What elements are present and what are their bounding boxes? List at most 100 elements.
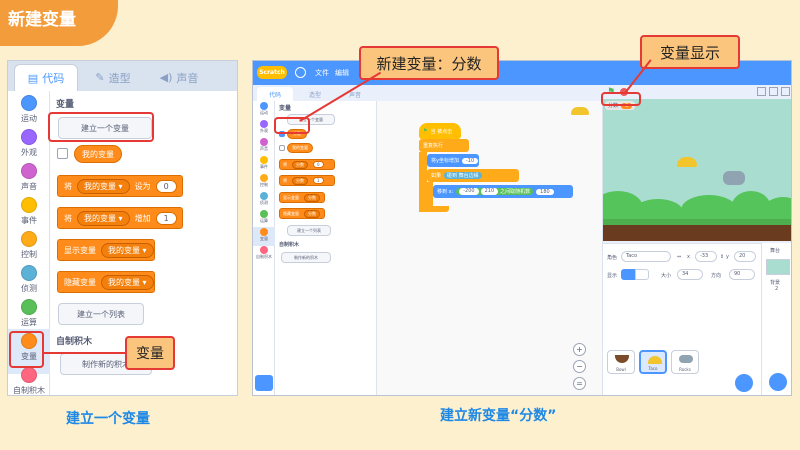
brush-icon: ✎ (95, 71, 105, 84)
value-input[interactable]: 0 (155, 179, 177, 193)
make-list-button[interactable]: 建立一个列表 (287, 225, 331, 236)
set-variable-block[interactable]: 将分数 0 (279, 159, 335, 170)
block-text: 将 (64, 213, 72, 223)
tab-code[interactable]: 代码 (257, 87, 293, 101)
tab-costumes[interactable]: ✎ 造型 (82, 64, 144, 91)
sprite-thumb-taco[interactable]: Taco (639, 350, 667, 374)
menu-file[interactable]: 文件 (315, 68, 329, 78)
change-variable-block[interactable]: 将 我的变量 ▾ 增加 1 (57, 207, 183, 229)
fullscreen-icon[interactable] (781, 87, 790, 96)
category-my-blocks[interactable]: 自制积木 (253, 245, 275, 264)
hide-eye-icon[interactable] (635, 269, 649, 280)
stage-selector[interactable]: 舞台 背景 2 (761, 243, 791, 395)
tab-costumes[interactable]: 造型 (297, 87, 333, 101)
variable-dropdown[interactable]: 分数 (304, 193, 320, 202)
sprite-thumb-bowl[interactable]: Bowl (607, 350, 635, 374)
variable-dropdown[interactable]: 分数 (292, 160, 308, 169)
scratch-logo[interactable]: Scratch (257, 66, 287, 79)
category-label: 事件 (21, 216, 37, 225)
category-operators[interactable]: 运算 (253, 209, 275, 228)
block-text: 当 被点击 (430, 128, 453, 135)
if-block[interactable]: 如果 碰到 舞台边缘 (427, 169, 519, 182)
y-input[interactable]: 20 (734, 251, 756, 262)
variable-dropdown[interactable]: 我的变量 ▾ (77, 178, 130, 194)
value-input[interactable]: 1 (155, 211, 177, 225)
variable-dropdown[interactable]: 分数 (292, 176, 308, 185)
make-list-button[interactable]: 建立一个列表 (58, 303, 144, 325)
category-looks[interactable]: 外观 (253, 119, 275, 138)
sprite-name-input[interactable]: Taco (621, 251, 671, 262)
category-label: 变量 (260, 236, 268, 241)
show-variable-block[interactable]: 显示变量 分数 (279, 192, 325, 203)
sprite-name: Taco (648, 366, 658, 371)
zoom-in-button[interactable]: + (573, 343, 586, 356)
category-dot (21, 265, 37, 281)
rocks-sprite[interactable] (723, 171, 745, 185)
category-sound[interactable]: 声音 (253, 137, 275, 156)
go-to-xy-block[interactable]: 移到 x: -200 210 之间取随机数 180 (433, 185, 573, 198)
touching-condition[interactable]: 碰到 舞台边缘 (444, 172, 482, 179)
my-variable-reporter[interactable]: 我的变量 (74, 145, 122, 163)
value-input[interactable]: 180 (536, 188, 554, 195)
block-text: 隐藏变量 (64, 277, 96, 287)
value-input[interactable]: -200 (459, 188, 479, 195)
category-dot (260, 210, 268, 218)
category-sensing[interactable]: 侦测 (253, 191, 275, 210)
zoom-out-button[interactable]: − (573, 360, 586, 373)
my-variable-checkbox[interactable] (57, 148, 68, 159)
tab-code[interactable]: ▤ 代码 (14, 64, 78, 91)
my-variable-reporter[interactable]: 我的变量 (287, 143, 313, 153)
change-variable-block[interactable]: 将分数 1 (279, 175, 335, 186)
block-text: 增加 (134, 213, 151, 223)
size-input[interactable]: 34 (677, 269, 703, 280)
code-icon: ▤ (27, 71, 39, 85)
direction-input[interactable]: 90 (729, 269, 755, 280)
forever-block[interactable]: 重复执行 (419, 139, 469, 152)
value-input[interactable]: 210 (480, 188, 499, 195)
tab-sounds[interactable]: ◀) 声音 (148, 64, 210, 91)
right-caption: 建立新变量“分数” (440, 408, 557, 424)
category-variables[interactable]: 变量 (253, 227, 275, 246)
variable-dropdown[interactable]: 我的变量 ▾ (101, 242, 154, 258)
variable-dropdown[interactable]: 我的变量 ▾ (101, 274, 154, 290)
value-input[interactable]: 0 (313, 161, 324, 168)
hide-variable-block[interactable]: 隐藏变量 我的变量 ▾ (57, 271, 155, 293)
stage[interactable]: 分数 0 (603, 99, 791, 241)
make-block-button[interactable]: 制作新的积木 (281, 252, 331, 263)
add-sprite-button[interactable] (735, 374, 753, 392)
globe-icon[interactable] (295, 67, 306, 78)
value-input[interactable]: -10 (461, 157, 479, 164)
value-input[interactable]: 1 (313, 177, 324, 184)
hide-variable-block[interactable]: 隐藏变量 分数 (279, 208, 325, 219)
x-input[interactable]: -33 (695, 251, 717, 262)
random-operator[interactable]: -200 210 之间取随机数 (456, 188, 534, 195)
hat-block-when-flag-clicked[interactable]: ⚑ 当 被点击 (419, 123, 461, 139)
my-variable-checkbox[interactable] (279, 145, 285, 151)
extension-button[interactable] (255, 375, 273, 391)
show-variable-block[interactable]: 显示变量 我的变量 ▾ (57, 239, 155, 261)
variable-dropdown[interactable]: 分数 (304, 209, 320, 218)
category-events[interactable]: 事件 (253, 155, 275, 174)
taco-sprite[interactable] (677, 157, 697, 167)
category-control[interactable]: 控制 (253, 173, 275, 192)
block-text: 显示变量 (283, 194, 299, 200)
script-area[interactable]: ⚑ 当 被点击 重复执行 将y坐标增加 -10 如果 碰到 舞台边缘 移到 x: -20… (377, 101, 603, 395)
category-dot (21, 163, 37, 179)
sprite-thumb-rocks[interactable]: Rocks (671, 350, 699, 374)
zoom-reset-button[interactable]: = (573, 377, 586, 390)
set-variable-block[interactable]: 将 我的变量 ▾ 设为 0 (57, 175, 183, 197)
category-motion[interactable]: 运动 (253, 101, 275, 120)
callout-variable: 变量 (125, 336, 175, 370)
callout-new-variable: 新建变量：分数 (359, 46, 499, 80)
backdrop-thumbnail (766, 259, 790, 275)
show-eye-icon[interactable] (621, 269, 635, 280)
tab-code-label: 代码 (42, 72, 65, 85)
variable-dropdown[interactable]: 我的变量 ▾ (77, 210, 130, 226)
add-backdrop-button[interactable] (769, 373, 787, 391)
large-stage-icon[interactable] (769, 87, 778, 96)
change-y-block[interactable]: 将y坐标增加 -10 (427, 154, 479, 167)
small-stage-icon[interactable] (757, 87, 766, 96)
menu-edit[interactable]: 编辑 (335, 68, 349, 78)
category-dot (260, 192, 268, 200)
show-label: 显示 (607, 273, 618, 279)
